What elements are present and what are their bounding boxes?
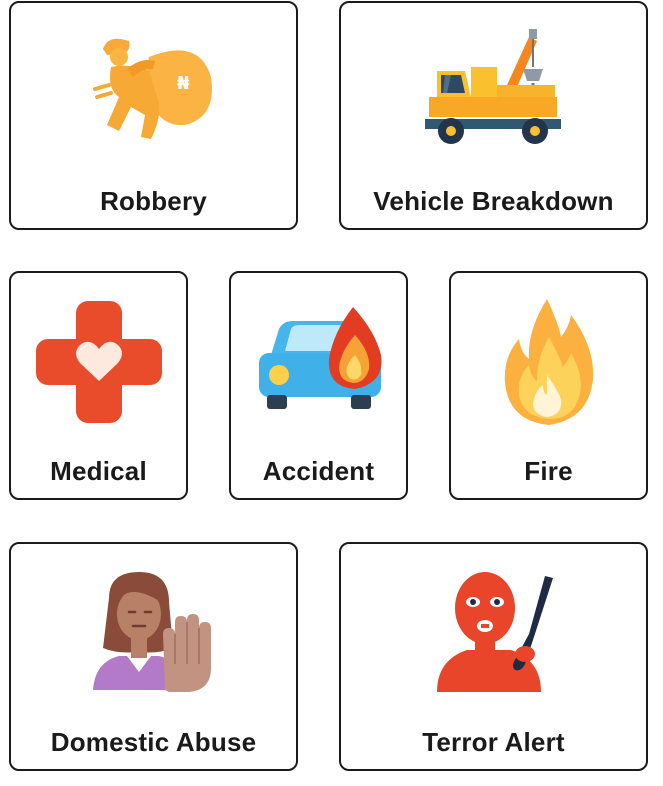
robbery-thief-icon: ₦ [11,27,296,157]
category-card-vehicle-breakdown[interactable]: Vehicle Breakdown [339,1,648,230]
svg-text:₦: ₦ [177,73,190,94]
masked-terrorist-icon [341,568,646,698]
car-fire-icon [231,297,406,427]
category-label: Terror Alert [422,727,565,757]
woman-stop-hand-icon [11,568,296,698]
category-label: Domestic Abuse [50,727,257,757]
category-label: Accident [262,456,375,486]
category-label: Vehicle Breakdown [373,186,614,216]
medical-cross-icon [11,297,186,427]
category-card-medical[interactable]: Medical [9,271,188,500]
category-label: Medical [50,456,147,486]
category-label: Fire [524,456,573,486]
tow-truck-icon [341,27,646,167]
category-card-accident[interactable]: Accident [229,271,408,500]
category-card-robbery[interactable]: ₦ Robbery [9,1,298,230]
category-card-domestic-abuse[interactable]: Domestic Abuse [9,542,298,771]
category-label: Robbery [100,186,207,216]
flame-icon [451,297,646,427]
category-card-terror-alert[interactable]: Terror Alert [339,542,648,771]
category-card-fire[interactable]: Fire [449,271,648,500]
